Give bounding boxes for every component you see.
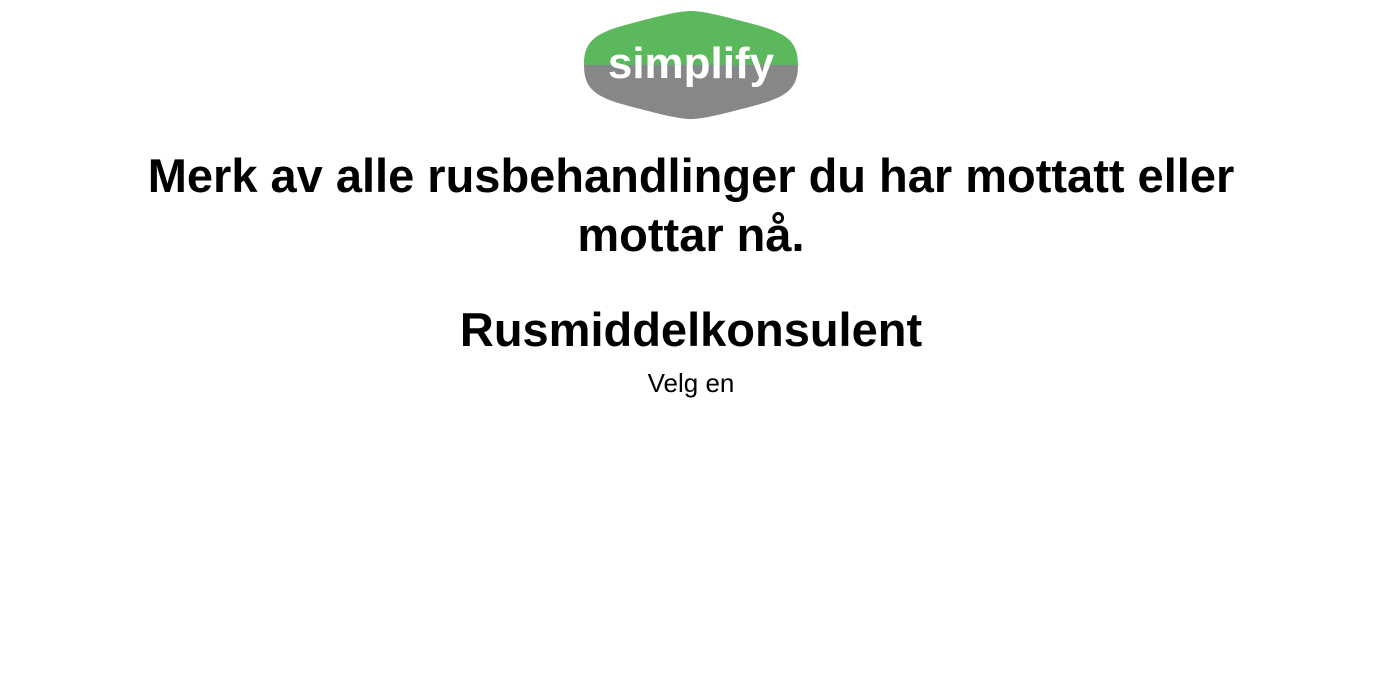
logo-badge-icon: simplify (584, 11, 798, 119)
question-heading: Merk av alle rusbehandlinger du har mott… (0, 146, 1382, 264)
question-text: Merk av alle rusbehandlinger du har mott… (147, 149, 1235, 261)
logo-text: simplify (608, 39, 775, 88)
option-hint: Velg en (647, 368, 735, 398)
option-rusmiddelkonsulent[interactable]: Rusmiddelkonsulent (0, 302, 1382, 358)
simplify-logo: simplify (583, 10, 799, 120)
